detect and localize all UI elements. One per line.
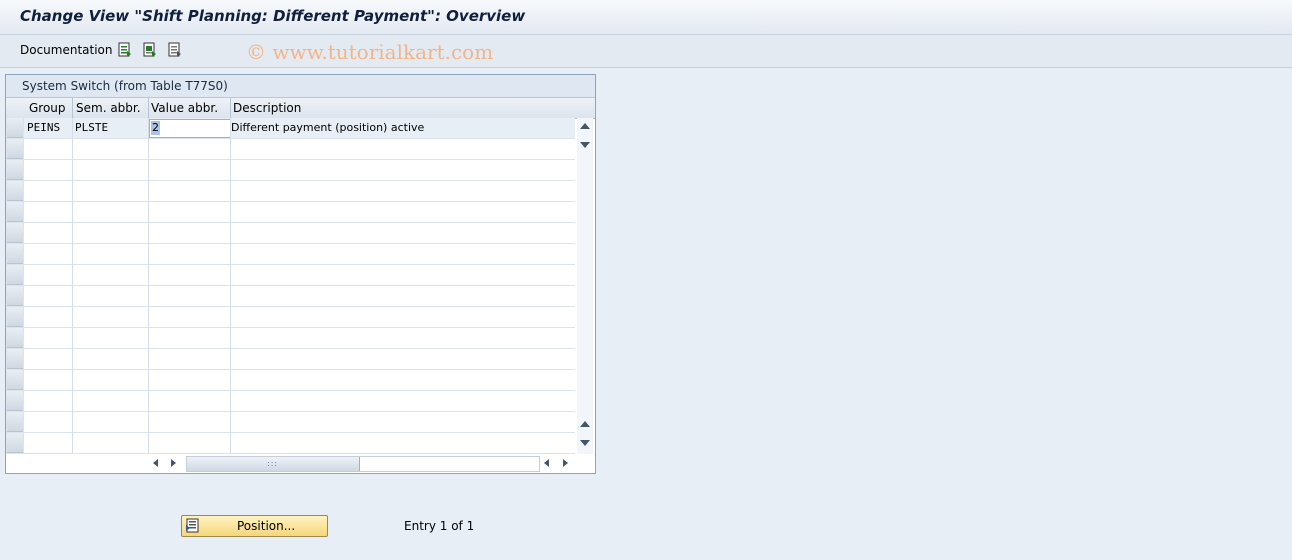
row-selector[interactable] — [7, 160, 23, 180]
row-selector[interactable] — [7, 349, 23, 369]
page-title: Change View "Shift Planning: Different P… — [20, 7, 526, 25]
row-selector[interactable] — [7, 139, 23, 159]
table-row[interactable] — [24, 244, 575, 265]
row-selector[interactable] — [7, 202, 23, 222]
row-selector[interactable] — [7, 223, 23, 243]
watermark-text: © www.tutorialkart.com — [246, 40, 494, 64]
table-row[interactable] — [24, 223, 575, 244]
table-row[interactable] — [24, 370, 575, 391]
table-header: Group Sem. abbr. Value abbr. Description — [6, 98, 595, 138]
column-gridline — [72, 118, 73, 454]
row-selector[interactable] — [7, 118, 23, 138]
scroll-track[interactable]: ::: — [186, 456, 540, 472]
table-row[interactable] — [24, 349, 575, 370]
scroll-left-icon[interactable] — [153, 459, 158, 467]
table-row[interactable] — [24, 307, 575, 328]
deselect-all-icon[interactable] — [168, 42, 182, 58]
row-selector[interactable] — [7, 391, 23, 411]
table-row[interactable] — [24, 328, 575, 349]
select-all-icon[interactable] — [118, 42, 132, 58]
value-abbr-text: 2 — [151, 121, 160, 135]
cell-sem-abbr: PLSTE — [75, 121, 109, 134]
scroll-page-down-icon[interactable] — [580, 440, 590, 446]
column-gridline — [230, 118, 231, 454]
value-abbr-input[interactable]: 2 — [149, 119, 231, 138]
row-selector[interactable] — [7, 412, 23, 432]
table-title: System Switch (from Table T77S0) — [22, 79, 228, 93]
title-bar: Change View "Shift Planning: Different P… — [0, 0, 1292, 35]
row-selector[interactable] — [7, 307, 23, 327]
scroll-thumb[interactable]: ::: — [187, 457, 360, 471]
entry-count: Entry 1 of 1 — [404, 519, 475, 533]
column-header-value-abbr[interactable]: Value abbr. — [151, 101, 218, 115]
row-selector[interactable] — [7, 265, 23, 285]
table-row[interactable] — [24, 265, 575, 286]
row-selector[interactable] — [7, 244, 23, 264]
column-header-description[interactable]: Description — [233, 101, 301, 115]
row-selector[interactable] — [7, 370, 23, 390]
table-row[interactable] — [24, 412, 575, 433]
table-row[interactable] — [24, 181, 575, 202]
row-selector-column — [6, 118, 24, 454]
application-toolbar: Documentation © www.tutorialkart.com — [0, 35, 1292, 68]
scroll-end-left-icon[interactable] — [544, 459, 549, 467]
position-icon — [186, 518, 200, 533]
table-row[interactable] — [24, 286, 575, 307]
row-selector[interactable] — [7, 181, 23, 201]
row-selector[interactable] — [7, 286, 23, 306]
table-row[interactable] — [24, 160, 575, 181]
scroll-end-right-icon[interactable] — [563, 459, 568, 467]
select-block-icon[interactable] — [143, 42, 157, 58]
table-control: System Switch (from Table T77S0) Group S… — [5, 74, 596, 474]
table-row[interactable] — [24, 433, 575, 454]
column-gridline — [148, 118, 149, 454]
column-divider[interactable] — [148, 98, 149, 118]
horizontal-scrollbar[interactable]: ::: — [146, 455, 574, 472]
column-divider[interactable] — [72, 98, 73, 118]
table-row[interactable]: PEINS PLSTE 2 Different payment (positio… — [24, 118, 575, 139]
table-grid: PEINS PLSTE 2 Different payment (positio… — [24, 118, 575, 454]
table-title-bar: System Switch (from Table T77S0) — [6, 75, 595, 98]
cell-description: Different payment (position) active — [231, 121, 425, 134]
documentation-button[interactable]: Documentation — [20, 43, 113, 57]
scroll-right-icon[interactable] — [171, 459, 176, 467]
table-row[interactable] — [24, 202, 575, 223]
column-header-group[interactable]: Group — [29, 101, 66, 115]
scroll-down-icon[interactable] — [580, 142, 590, 148]
cell-group: PEINS — [27, 121, 61, 134]
position-button[interactable]: Position... — [181, 515, 328, 537]
vertical-scrollbar[interactable] — [577, 118, 593, 454]
table-row[interactable] — [24, 139, 575, 160]
column-divider[interactable] — [230, 98, 231, 118]
table-row[interactable] — [24, 391, 575, 412]
row-selector[interactable] — [7, 328, 23, 348]
row-selector[interactable] — [7, 433, 23, 453]
position-button-label: Position... — [237, 519, 296, 533]
column-header-sem-abbr[interactable]: Sem. abbr. — [76, 101, 141, 115]
scroll-up-icon[interactable] — [580, 123, 590, 129]
scroll-page-up-icon[interactable] — [580, 421, 590, 427]
